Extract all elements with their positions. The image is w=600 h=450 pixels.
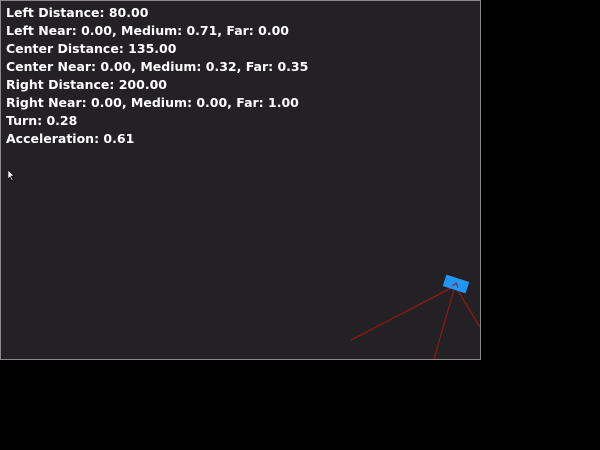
left-sensor-ray (350, 285, 456, 341)
right-sensor-ray (454, 285, 480, 328)
center-sensor-ray (433, 285, 456, 359)
simulation-viewport: Left Distance: 80.00 Left Near: 0.00, Me… (0, 0, 481, 360)
simulation-scene (350, 274, 480, 359)
